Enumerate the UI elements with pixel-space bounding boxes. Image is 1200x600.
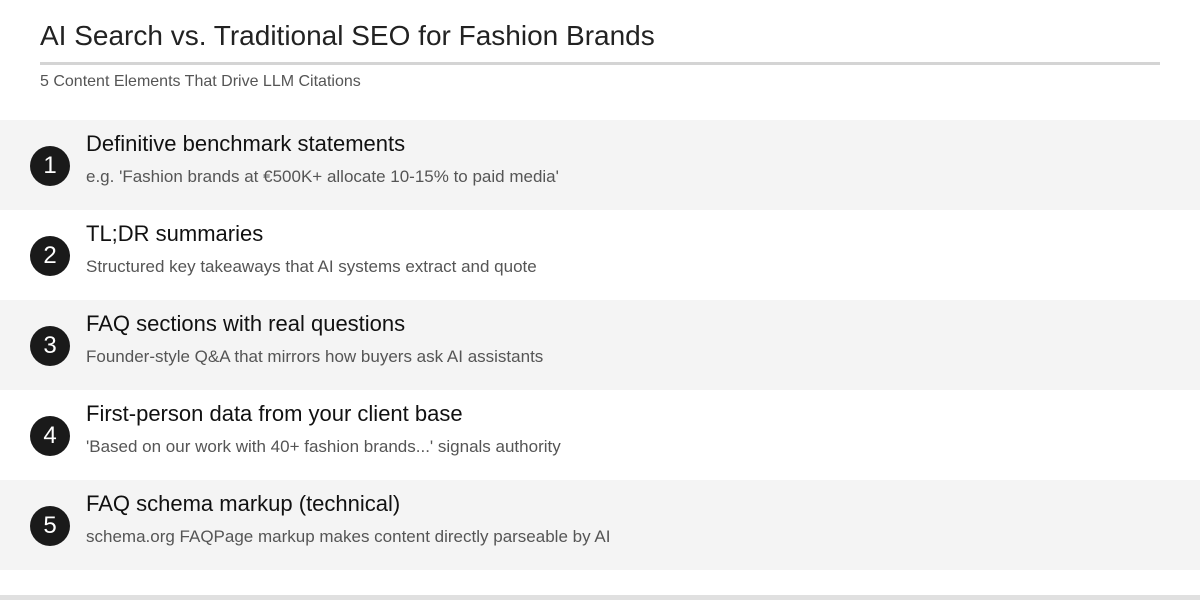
- item-title: TL;DR summaries: [86, 221, 264, 246]
- list-item: 4 First-person data from your client bas…: [0, 390, 1200, 480]
- footer-divider: [0, 595, 1200, 600]
- number-badge: 2: [30, 236, 70, 276]
- item-description: e.g. 'Fashion brands at €500K+ allocate …: [86, 167, 559, 186]
- list-item: 5 FAQ schema markup (technical) schema.o…: [0, 480, 1200, 570]
- number-badge: 1: [30, 146, 70, 186]
- item-description: schema.org FAQPage markup makes content …: [86, 527, 611, 546]
- list-item: 3 FAQ sections with real questions Found…: [0, 300, 1200, 390]
- item-title: FAQ schema markup (technical): [86, 491, 401, 516]
- item-title: First-person data from your client base: [86, 401, 463, 426]
- item-description: 'Based on our work with 40+ fashion bran…: [86, 437, 561, 456]
- number-badge: 5: [30, 506, 70, 546]
- number-badge: 4: [30, 416, 70, 456]
- title-divider: [40, 62, 1160, 65]
- header: AI Search vs. Traditional SEO for Fashio…: [40, 18, 1160, 92]
- item-title: FAQ sections with real questions: [86, 311, 406, 336]
- number-badge: 3: [30, 326, 70, 366]
- content-elements-list: 1 Definitive benchmark statements e.g. '…: [0, 120, 1200, 570]
- page-subtitle: 5 Content Elements That Drive LLM Citati…: [40, 73, 361, 90]
- item-description: Structured key takeaways that AI systems…: [86, 257, 537, 276]
- item-description: Founder-style Q&A that mirrors how buyer…: [86, 347, 544, 366]
- list-item: 2 TL;DR summaries Structured key takeawa…: [0, 210, 1200, 300]
- list-item: 1 Definitive benchmark statements e.g. '…: [0, 120, 1200, 210]
- page-title: AI Search vs. Traditional SEO for Fashio…: [40, 20, 655, 51]
- item-title: Definitive benchmark statements: [86, 131, 406, 156]
